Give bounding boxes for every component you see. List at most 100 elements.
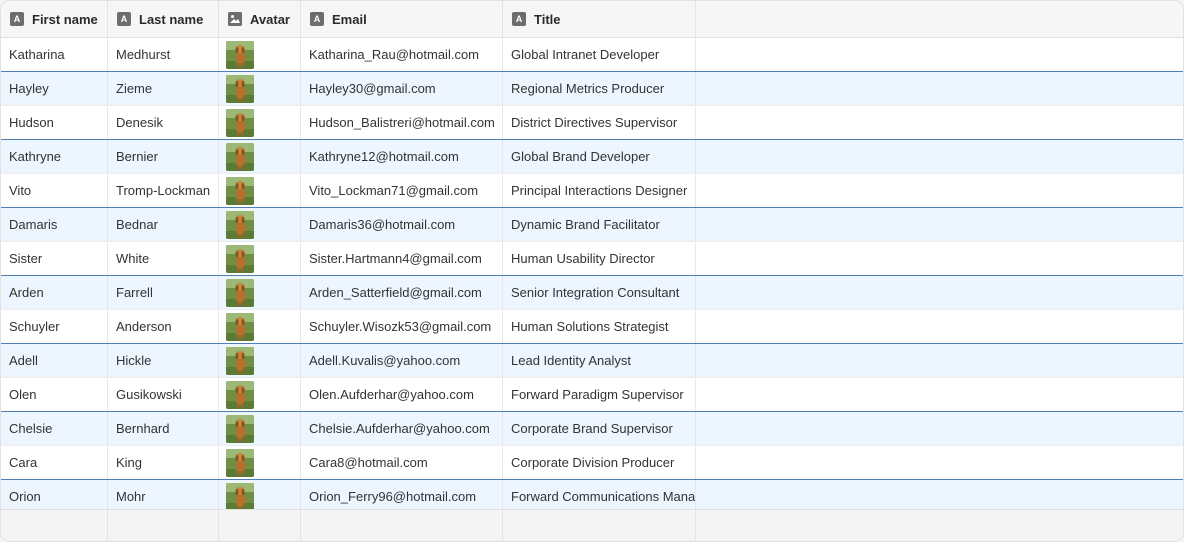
email-cell[interactable]: Hudson_Balistreri@hotmail.com (301, 106, 503, 139)
table-row[interactable]: Hayley Zieme Hayley30@gmail.com Regional Me… (1, 71, 1183, 106)
email-cell[interactable]: Kathryne12@hotmail.com (301, 140, 503, 173)
table-row[interactable]: Arden Farrell Arden_Satterfield@gmail.com S… (1, 275, 1183, 310)
title-cell[interactable]: Global Intranet Developer (503, 38, 696, 71)
avatar-cell[interactable] (219, 208, 301, 241)
avatar-cell[interactable] (219, 174, 301, 207)
title-cell[interactable]: Global Brand Developer (503, 140, 696, 173)
title-cell[interactable]: Corporate Brand Supervisor (503, 412, 696, 445)
row-filler (696, 242, 1183, 275)
row-filler (696, 446, 1183, 479)
column-header-first-name[interactable]: A First name (1, 1, 108, 37)
title-cell[interactable]: Principal Interactions Designer (503, 174, 696, 207)
last-name-cell[interactable]: Bernier (108, 140, 219, 173)
first-name-cell[interactable]: Adell (1, 344, 108, 377)
first-name-cell[interactable]: Kathryne (1, 140, 108, 173)
first-name-cell[interactable]: Sister (1, 242, 108, 275)
row-filler (696, 72, 1183, 105)
first-name-cell[interactable]: Chelsie (1, 412, 108, 445)
first-name-cell[interactable]: Schuyler (1, 310, 108, 343)
first-name-cell[interactable]: Olen (1, 378, 108, 411)
last-name-cell[interactable]: Farrell (108, 276, 219, 309)
table-row[interactable]: Katharina Medhurst Katharina_Rau@hotmail.c… (1, 38, 1183, 72)
avatar-cell[interactable] (219, 276, 301, 309)
avatar-cell[interactable] (219, 378, 301, 411)
first-name-cell[interactable]: Hudson (1, 106, 108, 139)
title-cell[interactable]: Forward Paradigm Supervisor (503, 378, 696, 411)
title-cell[interactable]: Regional Metrics Producer (503, 72, 696, 105)
avatar-cell[interactable] (219, 310, 301, 343)
table-row[interactable]: Schuyler Anderson Schuyler.Wisozk53@gmail.… (1, 310, 1183, 344)
avatar (226, 176, 254, 205)
email-cell[interactable]: Cara8@hotmail.com (301, 446, 503, 479)
email-cell[interactable]: Schuyler.Wisozk53@gmail.com (301, 310, 503, 343)
first-name-cell[interactable]: Arden (1, 276, 108, 309)
column-header-last-name[interactable]: A Last name (108, 1, 219, 37)
table-row[interactable]: Hudson Denesik Hudson_Balistreri@hotmail.c… (1, 106, 1183, 140)
title-cell[interactable]: Dynamic Brand Facilitator (503, 208, 696, 241)
avatar-cell[interactable] (219, 38, 301, 71)
title-cell[interactable]: Lead Identity Analyst (503, 344, 696, 377)
avatar-cell[interactable] (219, 344, 301, 377)
table-row[interactable]: Olen Gusikowski Olen.Aufderhar@yahoo.com Fo… (1, 378, 1183, 412)
first-name-cell[interactable]: Hayley (1, 72, 108, 105)
column-header-title[interactable]: A Title (503, 1, 696, 37)
title-cell[interactable]: Corporate Division Producer (503, 446, 696, 479)
column-header-email[interactable]: A Email (301, 1, 503, 37)
avatar (226, 380, 254, 409)
avatar-cell[interactable] (219, 106, 301, 139)
title-cell[interactable]: Human Solutions Strategist (503, 310, 696, 343)
table-row[interactable]: Kathryne Bernier Kathryne12@hotmail.com Glo… (1, 139, 1183, 174)
column-header-label: Email (332, 11, 367, 27)
first-name-cell[interactable]: Katharina (1, 38, 108, 71)
title-cell[interactable]: Senior Integration Consultant (503, 276, 696, 309)
email-cell[interactable]: Hayley30@gmail.com (301, 72, 503, 105)
grid-header: A First name A Last name Avatar A Email … (1, 1, 1183, 38)
title-cell[interactable]: District Directives Supervisor (503, 106, 696, 139)
last-name-cell[interactable]: Bednar (108, 208, 219, 241)
last-name-cell[interactable]: Anderson (108, 310, 219, 343)
last-name-cell[interactable]: King (108, 446, 219, 479)
first-name-cell[interactable]: Damaris (1, 208, 108, 241)
avatar (226, 142, 254, 171)
avatar-cell[interactable] (219, 140, 301, 173)
table-row[interactable]: Adell Hickle Adell.Kuvalis@yahoo.com Lead I… (1, 343, 1183, 378)
avatar (226, 74, 254, 103)
avatar-cell[interactable] (219, 412, 301, 445)
first-name-cell[interactable]: Vito (1, 174, 108, 207)
last-name-cell[interactable]: Gusikowski (108, 378, 219, 411)
text-type-icon: A (117, 12, 131, 26)
last-name-cell[interactable]: White (108, 242, 219, 275)
last-name-cell[interactable]: Hickle (108, 344, 219, 377)
footer-cell (301, 510, 503, 541)
text-type-icon: A (512, 12, 526, 26)
title-cell[interactable]: Human Usability Director (503, 242, 696, 275)
last-name-cell[interactable]: Zieme (108, 72, 219, 105)
footer-filler (696, 510, 1183, 541)
table-row[interactable]: Cara King Cara8@hotmail.com Corporate Divis… (1, 446, 1183, 480)
column-header-avatar[interactable]: Avatar (219, 1, 301, 37)
first-name-cell[interactable]: Cara (1, 446, 108, 479)
grid-footer (1, 509, 1183, 541)
table-row[interactable]: Sister White Sister.Hartmann4@gmail.com Hum… (1, 242, 1183, 276)
email-cell[interactable]: Vito_Lockman71@gmail.com (301, 174, 503, 207)
avatar-cell[interactable] (219, 72, 301, 105)
email-cell[interactable]: Arden_Satterfield@gmail.com (301, 276, 503, 309)
column-header-label: First name (32, 11, 98, 27)
avatar (226, 244, 254, 273)
table-row[interactable]: Damaris Bednar Damaris36@hotmail.com Dynami… (1, 207, 1183, 242)
row-filler (696, 106, 1183, 139)
last-name-cell[interactable]: Bernhard (108, 412, 219, 445)
email-cell[interactable]: Chelsie.Aufderhar@yahoo.com (301, 412, 503, 445)
email-cell[interactable]: Adell.Kuvalis@yahoo.com (301, 344, 503, 377)
last-name-cell[interactable]: Denesik (108, 106, 219, 139)
last-name-cell[interactable]: Tromp-Lockman (108, 174, 219, 207)
email-cell[interactable]: Sister.Hartmann4@gmail.com (301, 242, 503, 275)
avatar-cell[interactable] (219, 446, 301, 479)
table-row[interactable]: Chelsie Bernhard Chelsie.Aufderhar@yahoo.c… (1, 411, 1183, 446)
email-cell[interactable]: Damaris36@hotmail.com (301, 208, 503, 241)
email-cell[interactable]: Olen.Aufderhar@yahoo.com (301, 378, 503, 411)
avatar-cell[interactable] (219, 242, 301, 275)
table-row[interactable]: Vito Tromp-Lockman Vito_Lockman71@gmail.co… (1, 174, 1183, 208)
last-name-cell[interactable]: Medhurst (108, 38, 219, 71)
email-cell[interactable]: Katharina_Rau@hotmail.com (301, 38, 503, 71)
